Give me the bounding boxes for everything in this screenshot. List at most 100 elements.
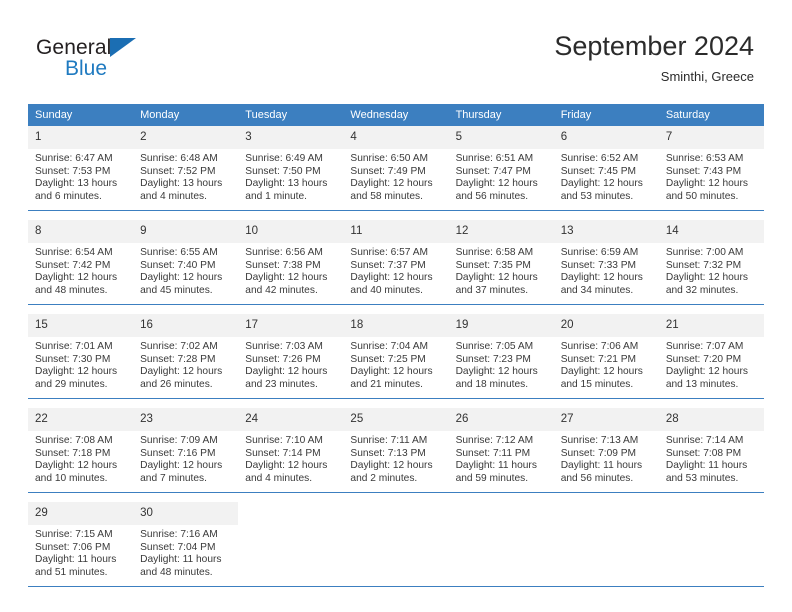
calendar-day-cell[interactable]: 9 Sunrise: 6:55 AM Sunset: 7:40 PM Daylight…: [133, 220, 239, 305]
calendar-day-cell[interactable]: 22 Sunrise: 7:08 AM Sunset: 7:18 PM Dayligh…: [28, 408, 134, 493]
day-number: 6: [553, 126, 659, 149]
daylight-text-line2: and 50 minutes.: [665, 190, 739, 202]
day-number: 16: [133, 314, 239, 337]
daylight-text-line1: Daylight: 13 hours: [140, 178, 223, 190]
day-details: Sunrise: 7:13 AM Sunset: 7:09 PM Daylight:…: [554, 431, 659, 485]
calendar-day-cell[interactable]: 21 Sunrise: 7:07 AM Sunset: 7:20 PM Dayligh…: [658, 314, 764, 399]
daylight-text-line2: and 15 minutes.: [560, 378, 634, 390]
week-spacer: [28, 493, 764, 503]
calendar-day-cell[interactable]: 17 Sunrise: 7:03 AM Sunset: 7:26 PM Dayligh…: [238, 314, 344, 399]
day-details: Sunrise: 6:54 AM Sunset: 7:42 PM Daylight:…: [28, 243, 133, 297]
calendar-day-cell[interactable]: 24 Sunrise: 7:10 AM Sunset: 7:14 PM Dayligh…: [238, 408, 344, 493]
calendar-day-cell[interactable]: 4 Sunrise: 6:50 AM Sunset: 7:49 PM Daylight…: [343, 126, 449, 211]
calendar-day-cell[interactable]: 20 Sunrise: 7:06 AM Sunset: 7:21 PM Dayligh…: [553, 314, 659, 399]
daylight-text-line2: and 53 minutes.: [665, 472, 739, 484]
daylight-text-line2: and 4 minutes.: [140, 190, 207, 202]
weekday-header-saturday: Saturday: [658, 104, 764, 126]
page-header: General Blue September 2024 Sminthi, Gre…: [0, 0, 792, 96]
daylight-text-line1: Daylight: 12 hours: [455, 366, 538, 378]
day-details: Sunrise: 6:49 AM Sunset: 7:50 PM Daylight:…: [238, 149, 343, 203]
calendar-day-cell[interactable]: 8 Sunrise: 6:54 AM Sunset: 7:42 PM Daylight…: [28, 220, 134, 305]
sunset-text: Sunset: 7:37 PM: [350, 259, 426, 271]
day-details: Sunrise: 7:02 AM Sunset: 7:28 PM Daylight:…: [133, 337, 238, 391]
week-spacer: [28, 305, 764, 315]
daylight-text-line2: and 40 minutes.: [350, 284, 423, 296]
calendar-day-cell[interactable]: 30 Sunrise: 7:16 AM Sunset: 7:04 PM Dayligh…: [133, 502, 239, 587]
week-spacer-cell: [449, 211, 554, 221]
calendar-day-cell[interactable]: 27 Sunrise: 7:13 AM Sunset: 7:09 PM Dayligh…: [553, 408, 659, 493]
brand-name-blue: Blue: [65, 57, 108, 80]
calendar-week-row: 8 Sunrise: 6:54 AM Sunset: 7:42 PM Daylight…: [28, 220, 764, 305]
calendar-day-cell[interactable]: 6 Sunrise: 6:52 AM Sunset: 7:45 PM Daylight…: [553, 126, 659, 211]
day-details: Sunrise: 7:14 AM Sunset: 7:08 PM Daylight:…: [659, 431, 764, 485]
day-cell-inner: 12 Sunrise: 6:58 AM Sunset: 7:35 PM Dayligh…: [448, 220, 554, 304]
day-cell-inner: 8 Sunrise: 6:54 AM Sunset: 7:42 PM Daylight…: [28, 220, 134, 304]
day-number: 4: [343, 126, 449, 149]
sunrise-text: Sunrise: 6:55 AM: [140, 247, 218, 258]
week-spacer-cell: [659, 305, 764, 315]
calendar-day-cell[interactable]: 1 Sunrise: 6:47 AM Sunset: 7:53 PM Daylight…: [28, 126, 134, 211]
calendar-day-cell[interactable]: 18 Sunrise: 7:04 AM Sunset: 7:25 PM Dayligh…: [343, 314, 449, 399]
calendar-day-cell[interactable]: 10 Sunrise: 6:56 AM Sunset: 7:38 PM Dayligh…: [238, 220, 344, 305]
daylight-text-line2: and 48 minutes.: [35, 284, 108, 296]
day-number: [343, 502, 448, 525]
week-spacer-cell: [238, 305, 343, 315]
calendar-day-cell[interactable]: 15 Sunrise: 7:01 AM Sunset: 7:30 PM Dayligh…: [28, 314, 134, 399]
day-cell-inner: 20 Sunrise: 7:06 AM Sunset: 7:21 PM Dayligh…: [553, 314, 659, 398]
daylight-text-line1: Daylight: 12 hours: [350, 460, 433, 472]
calendar-day-cell[interactable]: 26 Sunrise: 7:12 AM Sunset: 7:11 PM Dayligh…: [448, 408, 554, 493]
sunrise-text: Sunrise: 7:11 AM: [350, 435, 428, 446]
sunset-text: Sunset: 7:20 PM: [665, 353, 742, 365]
week-spacer-cell: [449, 305, 554, 315]
daylight-text-line2: and 48 minutes.: [140, 566, 213, 578]
calendar-day-cell[interactable]: 3 Sunrise: 6:49 AM Sunset: 7:50 PM Daylight…: [238, 126, 344, 211]
calendar-day-cell[interactable]: 7 Sunrise: 6:53 AM Sunset: 7:43 PM Daylight…: [658, 126, 764, 211]
calendar-day-cell[interactable]: 23 Sunrise: 7:09 AM Sunset: 7:16 PM Dayligh…: [133, 408, 239, 493]
calendar-week-row: 1 Sunrise: 6:47 AM Sunset: 7:53 PM Daylight…: [28, 126, 764, 211]
sunrise-text: Sunrise: 6:48 AM: [140, 153, 218, 164]
calendar-day-cell[interactable]: 11 Sunrise: 6:57 AM Sunset: 7:37 PM Dayligh…: [343, 220, 449, 305]
title-block: September 2024 Sminthi, Greece: [554, 30, 754, 86]
day-number: [554, 502, 659, 525]
sunset-text: Sunset: 7:08 PM: [665, 447, 742, 459]
day-cell-inner: 13 Sunrise: 6:59 AM Sunset: 7:33 PM Dayligh…: [553, 220, 659, 304]
day-cell-inner: [659, 502, 764, 586]
day-number: [659, 502, 764, 525]
day-number: 28: [658, 408, 764, 431]
calendar-day-cell[interactable]: 19 Sunrise: 7:05 AM Sunset: 7:23 PM Dayligh…: [448, 314, 554, 399]
calendar-day-cell[interactable]: 25 Sunrise: 7:11 AM Sunset: 7:13 PM Dayligh…: [343, 408, 449, 493]
daylight-text-line2: and 23 minutes.: [245, 378, 318, 390]
day-details: Sunrise: 6:53 AM Sunset: 7:43 PM Daylight:…: [659, 149, 764, 203]
calendar-day-cell[interactable]: 13 Sunrise: 6:59 AM Sunset: 7:33 PM Dayligh…: [553, 220, 659, 305]
calendar-day-cell[interactable]: 14 Sunrise: 7:00 AM Sunset: 7:32 PM Dayligh…: [658, 220, 764, 305]
day-details: Sunrise: 7:07 AM Sunset: 7:20 PM Daylight:…: [659, 337, 764, 391]
calendar-day-cell[interactable]: 28 Sunrise: 7:14 AM Sunset: 7:08 PM Dayligh…: [658, 408, 764, 493]
sunrise-text: Sunrise: 7:04 AM: [350, 341, 429, 352]
week-spacer-cell: [238, 211, 343, 221]
sunset-text: Sunset: 7:21 PM: [560, 353, 637, 365]
calendar-empty-cell: [238, 502, 343, 587]
sunset-text: Sunset: 7:23 PM: [455, 353, 531, 365]
week-spacer-cell: [28, 399, 133, 409]
daylight-text-line2: and 1 minute.: [245, 190, 308, 202]
day-details: [554, 525, 659, 529]
calendar-body: 1 Sunrise: 6:47 AM Sunset: 7:53 PM Daylight…: [28, 126, 764, 587]
calendar-day-cell[interactable]: 5 Sunrise: 6:51 AM Sunset: 7:47 PM Daylight…: [448, 126, 554, 211]
day-cell-inner: [238, 502, 343, 586]
calendar-day-cell[interactable]: 29 Sunrise: 7:15 AM Sunset: 7:06 PM Dayligh…: [28, 502, 134, 587]
day-details: Sunrise: 7:05 AM Sunset: 7:23 PM Daylight:…: [449, 337, 554, 391]
daylight-text-line1: Daylight: 12 hours: [140, 460, 223, 472]
day-cell-inner: 5 Sunrise: 6:51 AM Sunset: 7:47 PM Daylight…: [448, 126, 554, 210]
day-number: 12: [448, 220, 554, 243]
day-details: [343, 525, 448, 529]
day-cell-inner: 4 Sunrise: 6:50 AM Sunset: 7:49 PM Daylight…: [343, 126, 449, 210]
day-cell-inner: 21 Sunrise: 7:07 AM Sunset: 7:20 PM Dayligh…: [658, 314, 764, 398]
calendar-day-cell[interactable]: 2 Sunrise: 6:48 AM Sunset: 7:52 PM Daylight…: [133, 126, 239, 211]
calendar-day-cell[interactable]: 12 Sunrise: 6:58 AM Sunset: 7:35 PM Dayligh…: [448, 220, 554, 305]
daylight-text-line1: Daylight: 11 hours: [455, 460, 537, 472]
calendar-day-cell[interactable]: 16 Sunrise: 7:02 AM Sunset: 7:28 PM Dayligh…: [133, 314, 239, 399]
calendar-header-row: Sunday Monday Tuesday Wednesday Thursday…: [28, 104, 764, 126]
sunset-text: Sunset: 7:28 PM: [140, 353, 216, 365]
daylight-text-line2: and 10 minutes.: [35, 472, 108, 484]
daylight-text-line2: and 59 minutes.: [455, 472, 529, 484]
